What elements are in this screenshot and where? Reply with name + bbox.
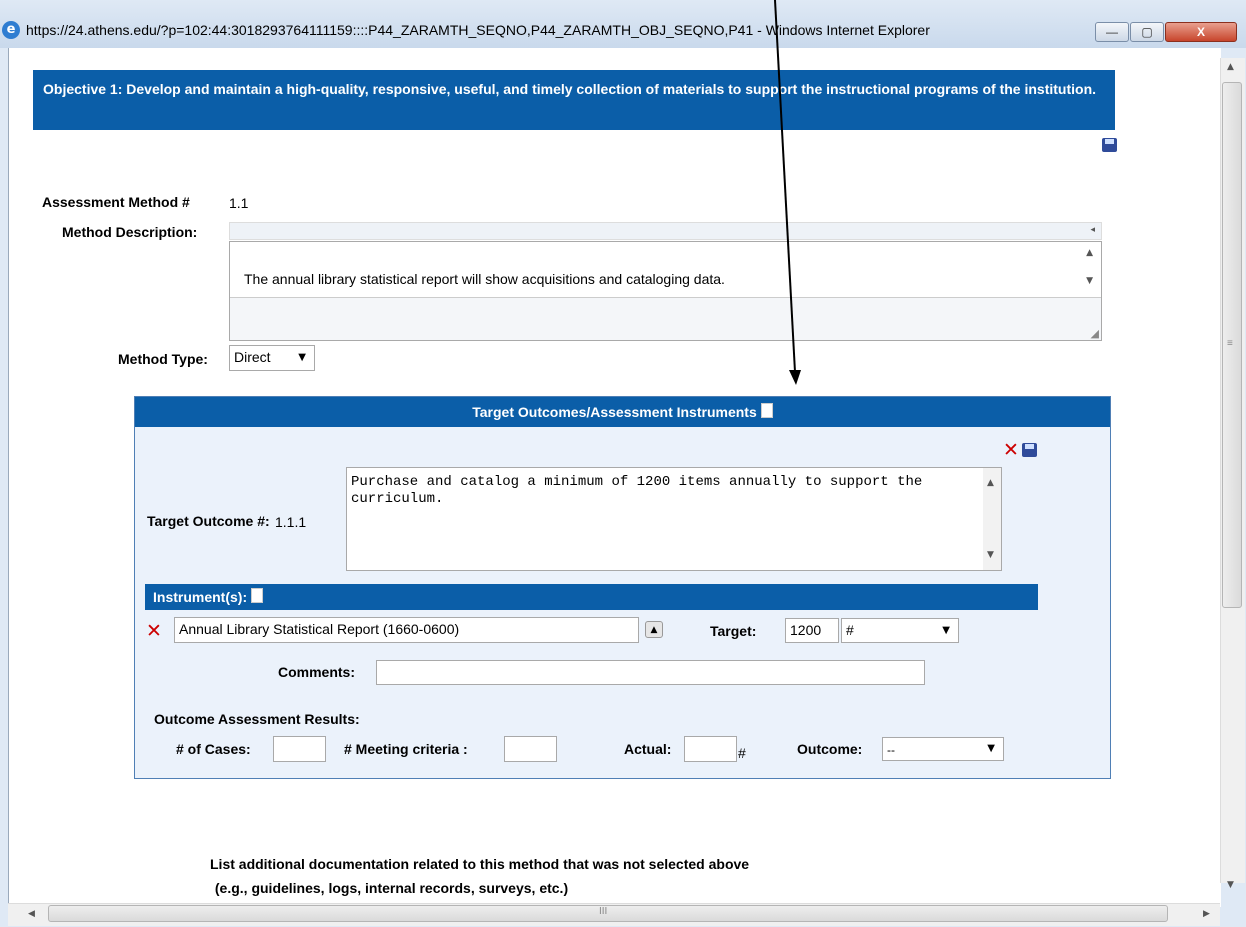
target-outcome-text: Purchase and catalog a minimum of 1200 i… xyxy=(351,474,923,507)
outcome-scrollbar[interactable]: ▲ ▼ xyxy=(983,468,1001,570)
outcome-results-label: Outcome Assessment Results: xyxy=(154,711,360,727)
delete-outcome-icon[interactable]: ✕ xyxy=(1003,441,1019,460)
outcome-label: Outcome: xyxy=(797,741,863,757)
scroll-up-icon[interactable]: ▲ xyxy=(987,478,994,488)
target-outcome-number: 1.1.1 xyxy=(275,514,307,530)
scroll-up-arrow-icon[interactable]: ▲ xyxy=(1227,62,1234,72)
scroll-down-arrow-icon[interactable]: ▼ xyxy=(1227,880,1234,890)
target-unit-value: # xyxy=(846,622,854,638)
comments-label: Comments: xyxy=(278,664,356,680)
chevron-down-icon: ▼ xyxy=(987,743,995,754)
target-outcome-textarea[interactable]: Purchase and catalog a minimum of 1200 i… xyxy=(346,467,1002,571)
scroll-left-arrow-icon[interactable]: ◀ xyxy=(28,909,35,919)
cases-input[interactable] xyxy=(273,736,326,762)
chevron-down-icon: ▼ xyxy=(942,625,950,636)
instruments-bar: Instrument(s): xyxy=(145,584,1038,610)
target-value-input[interactable]: 1200 xyxy=(785,618,839,643)
target-value: 1200 xyxy=(790,622,822,638)
instrument-value: Annual Library Statistical Report (1660-… xyxy=(179,621,460,637)
target-unit-select[interactable]: # ▼ xyxy=(841,618,959,643)
outcome-value: -- xyxy=(887,743,895,757)
save-outcome-icon[interactable] xyxy=(1022,443,1037,457)
target-outcomes-title: Target Outcomes/Assessment Instruments xyxy=(472,404,757,420)
target-outcomes-header: Target Outcomes/Assessment Instruments xyxy=(135,397,1110,427)
grip-icon: III xyxy=(599,906,608,917)
target-label: Target: xyxy=(710,623,757,639)
add-instrument-icon[interactable] xyxy=(251,588,264,603)
horizontal-scroll-thumb[interactable]: III xyxy=(48,905,1168,922)
instruments-label: Instrument(s): xyxy=(153,589,248,605)
grip-icon: ≡ xyxy=(1227,338,1233,349)
vertical-scroll-thumb[interactable]: ≡ xyxy=(1222,82,1242,608)
scroll-down-icon[interactable]: ▼ xyxy=(987,550,994,560)
actual-unit: # xyxy=(738,745,746,761)
cases-label: # of Cases: xyxy=(176,741,251,757)
meeting-criteria-label: # Meeting criteria : xyxy=(344,741,468,757)
actual-label: Actual: xyxy=(624,741,672,757)
add-document-icon[interactable] xyxy=(760,403,773,418)
scroll-right-arrow-icon[interactable]: ▶ xyxy=(1203,909,1210,919)
instrument-lookup-button[interactable]: ▲ xyxy=(645,621,663,638)
actual-input[interactable] xyxy=(684,736,737,762)
additional-docs-line1: List additional documentation related to… xyxy=(210,856,750,872)
additional-docs-line2: (e.g., guidelines, logs, internal record… xyxy=(211,880,569,896)
delete-instrument-icon[interactable]: ✕ xyxy=(146,622,162,641)
comments-input[interactable] xyxy=(376,660,925,685)
target-outcome-label: Target Outcome #: xyxy=(147,513,270,529)
outcome-select[interactable]: -- ▼ xyxy=(882,737,1004,761)
meeting-criteria-input[interactable] xyxy=(504,736,557,762)
instrument-input[interactable]: Annual Library Statistical Report (1660-… xyxy=(174,617,639,643)
